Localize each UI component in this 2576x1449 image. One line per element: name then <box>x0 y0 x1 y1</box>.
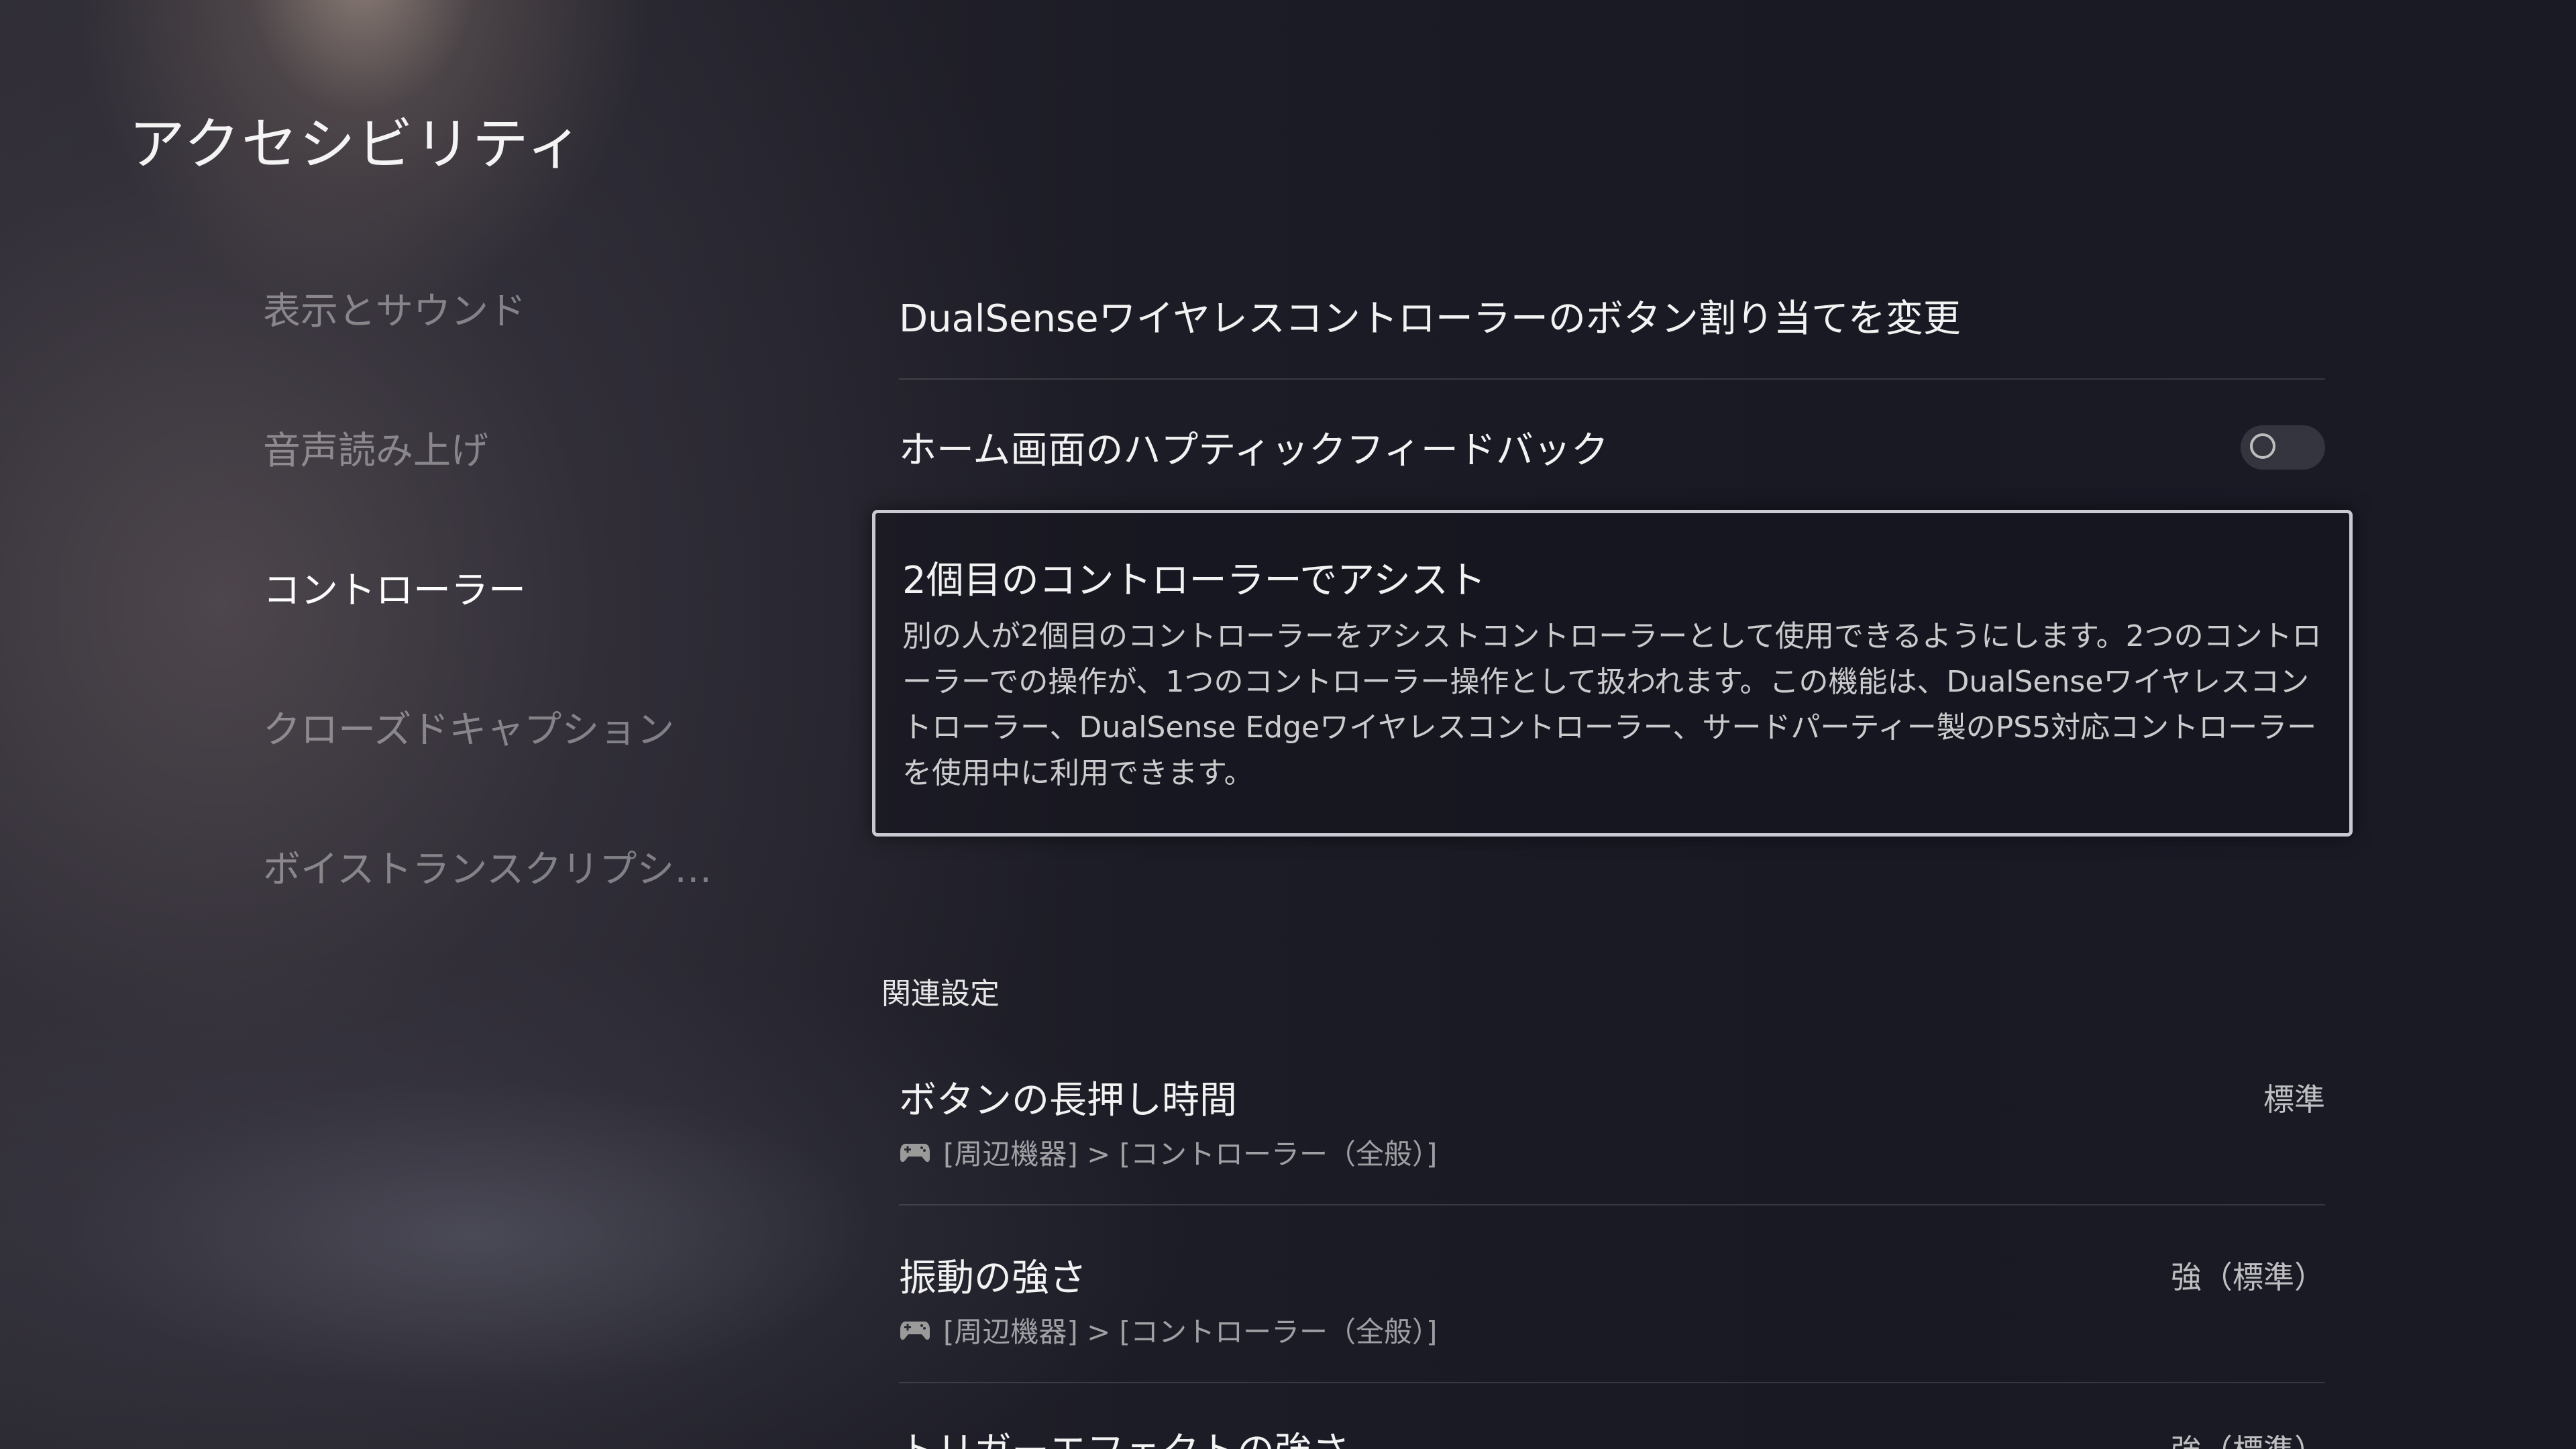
related-item-press-duration[interactable]: ボタンの長押し時間 標準 [周辺機器] > [コントローラー（全般）] <box>899 1070 2325 1204</box>
divider <box>899 1382 2325 1383</box>
trigger-effect-value: 強（標準） <box>2171 1426 2325 1449</box>
sidebar-item-voice-transcription[interactable]: ボイストランスクリプシ… <box>263 837 733 976</box>
press-duration-path: [周辺機器] > [コントローラー（全般）] <box>899 1132 1437 1173</box>
press-duration-value: 標準 <box>2263 1081 2325 1118</box>
assist-controller-card[interactable]: 2個目のコントローラーでアシスト 別の人が2個目のコントローラーをアシストコント… <box>872 510 2353 837</box>
haptic-feedback-label: ホーム画面のハプティックフィードバック <box>899 429 1609 472</box>
controller-icon <box>900 1321 930 1340</box>
page-title: アクセシビリティ <box>129 111 584 177</box>
assist-controller-description: 別の人が2個目のコントローラーをアシストコントローラーとして使用できるようにしま… <box>902 619 2322 790</box>
related-item-vibration-intensity[interactable]: 振動の強さ 強（標準） [周辺機器] > [コントローラー（全般）] <box>899 1248 2325 1382</box>
controller-icon <box>900 1143 930 1162</box>
vibration-intensity-path: [周辺機器] > [コントローラー（全般）] <box>899 1309 1437 1350</box>
related-item-trigger-effect[interactable]: トリガーエフェクトの強さ 強（標準） <box>899 1421 2325 1449</box>
vibration-intensity-label: 振動の強さ <box>899 1256 1087 1300</box>
haptic-feedback-toggle[interactable] <box>2241 425 2325 470</box>
button-assignment-row[interactable]: DualSenseワイヤレスコントローラーのボタン割り当てを変更 <box>899 288 2325 356</box>
sidebar-item-closed-captions[interactable]: クローズドキャプション <box>263 697 733 837</box>
vibration-intensity-path-text: [周辺機器] > [コントローラー（全般）] <box>943 1316 1438 1348</box>
divider <box>899 378 2325 380</box>
press-duration-label: ボタンの長押し時間 <box>899 1079 1237 1122</box>
haptic-feedback-row[interactable]: ホーム画面のハプティックフィードバック <box>899 420 2325 480</box>
settings-panel: DualSenseワイヤレスコントローラーのボタン割り当てを変更 ホーム画面のハ… <box>872 0 2355 1449</box>
sidebar-item-display-sound[interactable]: 表示とサウンド <box>263 278 733 418</box>
divider <box>899 1204 2325 1205</box>
button-assignment-label: DualSenseワイヤレスコントローラーのボタン割り当てを変更 <box>899 297 1961 341</box>
assist-controller-label: 2個目のコントローラーでアシスト <box>902 559 1487 602</box>
press-duration-path-text: [周辺機器] > [コントローラー（全般）] <box>943 1138 1438 1171</box>
related-settings-heading: 関連設定 <box>881 977 1000 1011</box>
toggle-off-icon <box>2250 433 2275 459</box>
sidebar: 表示とサウンド 音声読み上げ コントローラー クローズドキャプション ボイストラ… <box>263 278 733 976</box>
sidebar-item-controllers[interactable]: コントローラー <box>263 557 733 697</box>
vibration-intensity-value: 強（標準） <box>2171 1259 2325 1295</box>
trigger-effect-label: トリガーエフェクトの強さ <box>899 1421 1350 1449</box>
sidebar-item-screen-reader[interactable]: 音声読み上げ <box>263 418 733 557</box>
